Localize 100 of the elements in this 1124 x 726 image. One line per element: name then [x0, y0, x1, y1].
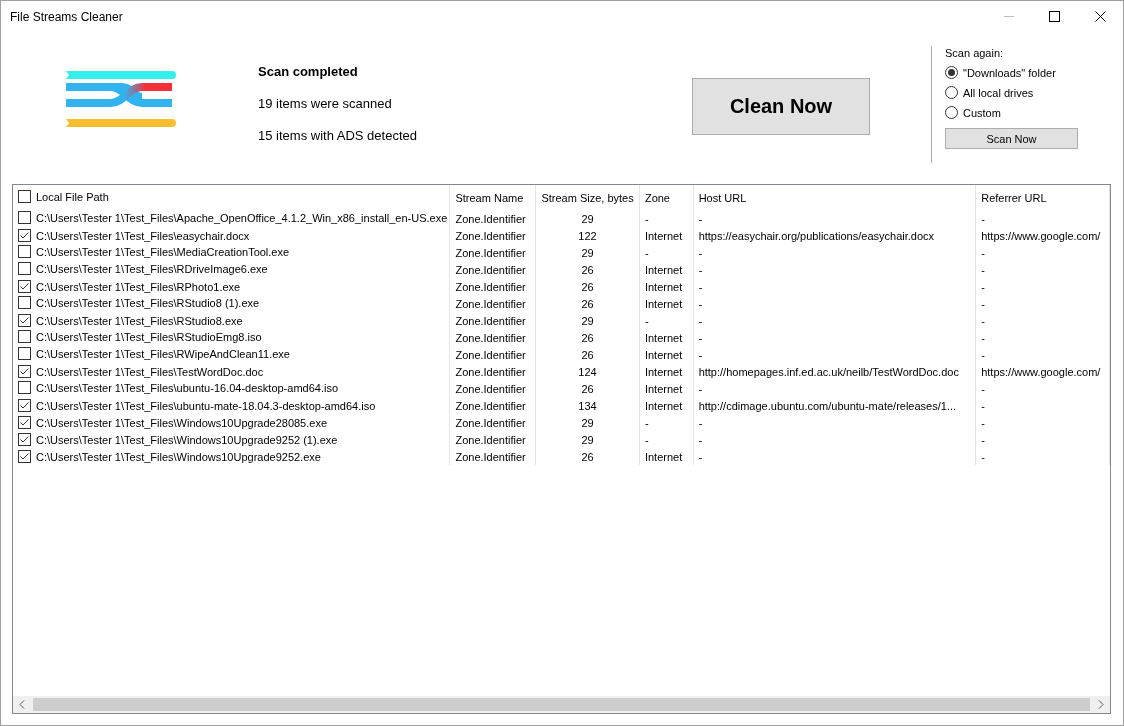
file-path-cell: C:\Users\Tester 1\Test_Files\RPhoto1.exe	[36, 280, 241, 293]
table-cell: -	[698, 246, 703, 259]
row-checkbox[interactable]	[18, 399, 31, 412]
table-cell: -	[644, 416, 649, 429]
file-path-cell: C:\Users\Tester 1\Test_Files\Windows10Upgrade9252.exe	[36, 450, 321, 463]
table-cell: 29	[581, 212, 594, 225]
table-cell: Zone.Identifier	[455, 450, 526, 463]
radio-label[interactable]: "Downloads" folder	[963, 66, 1056, 79]
table-cell: 29	[581, 314, 594, 327]
row-checkbox[interactable]	[18, 433, 31, 446]
file-path-cell: C:\Users\Tester 1\Test_Files\Windows10Upgrade9252 (1).exe	[36, 433, 338, 446]
row-checkbox[interactable]	[18, 229, 31, 242]
column-header[interactable]: Zone	[644, 191, 670, 204]
table-cell: 26	[581, 280, 594, 293]
column-header[interactable]: Local File Path	[36, 190, 109, 203]
table-cell: Internet	[644, 348, 683, 361]
row-checkbox[interactable]	[18, 381, 31, 394]
table-cell: 26	[581, 297, 594, 310]
table-cell: Zone.Identifier	[455, 246, 526, 259]
table-cell: -	[698, 212, 703, 225]
column-header[interactable]: Stream Size, bytes	[541, 191, 634, 204]
row-checkbox[interactable]	[18, 416, 31, 429]
table-cell: -	[698, 314, 703, 327]
row-checkbox[interactable]	[18, 262, 31, 275]
table-cell: Internet	[644, 331, 683, 344]
table-cell: Zone.Identifier	[455, 297, 526, 310]
file-path-cell: C:\Users\Tester 1\Test_Files\TestWordDoc.doc	[36, 365, 264, 378]
table-cell: -	[698, 331, 703, 344]
scan-status-heading: Scan completed	[258, 64, 359, 79]
table-cell: Internet	[644, 229, 683, 242]
close-icon[interactable]	[1095, 11, 1106, 22]
file-path-cell: C:\Users\Tester 1\Test_Files\MediaCreationTool.exe	[36, 245, 290, 258]
table-cell: https://www.google.com/	[981, 229, 1101, 242]
row-checkbox[interactable]	[18, 245, 31, 258]
detected-count-text: 15 items with ADS detected	[258, 128, 418, 143]
table-cell: 26	[581, 331, 594, 344]
file-path-cell: C:\Users\Tester 1\Test_Files\RStudioEmg8.iso	[36, 330, 262, 343]
file-path-cell: C:\Users\Tester 1\Test_Files\Windows10Upgrade28085.exe	[36, 416, 328, 429]
table-cell: 26	[581, 382, 594, 395]
row-checkbox[interactable]	[18, 365, 31, 378]
table-cell: https://easychair.org/publications/easychair.docx	[698, 229, 935, 242]
table-cell: -	[644, 246, 649, 259]
table-cell: Internet	[644, 280, 683, 293]
table-cell: -	[981, 263, 985, 276]
column-header[interactable]: Stream Name	[455, 191, 524, 204]
file-path-cell: C:\Users\Tester 1\Test_Files\easychair.docx	[36, 229, 250, 242]
table-cell: 124	[578, 365, 597, 378]
row-checkbox[interactable]	[18, 347, 31, 360]
file-path-cell: C:\Users\Tester 1\Test_Files\ubuntu-mate-18.04.3-desktop-amd64.iso	[36, 399, 376, 412]
window-title: File Streams Cleaner	[10, 9, 123, 24]
table-cell: http://homepages.inf.ed.ac.uk/neilb/TestWordDoc.doc	[698, 365, 959, 378]
table-cell: -	[644, 433, 649, 446]
table-cell: Internet	[644, 382, 683, 395]
table-cell: -	[981, 246, 985, 259]
table-cell: Internet	[644, 365, 683, 378]
table-cell: -	[698, 416, 703, 429]
file-path-cell: C:\Users\Tester 1\Test_Files\RWipeAndClean11.exe	[36, 347, 290, 360]
scanned-count-text: 19 items were scanned	[258, 96, 393, 111]
table-cell: -	[698, 382, 703, 395]
table-cell: -	[698, 263, 703, 276]
column-header[interactable]: Host URL	[698, 191, 747, 204]
row-checkbox[interactable]	[18, 296, 31, 309]
table-cell: -	[698, 280, 703, 293]
table-cell: Zone.Identifier	[455, 416, 526, 429]
table-cell: https://www.google.com/	[981, 365, 1101, 378]
maximize-icon[interactable]	[1049, 11, 1060, 22]
file-path-cell: C:\Users\Tester 1\Test_Files\ubuntu-16.04-desktop-amd64.iso	[36, 381, 339, 394]
table-cell: 26	[581, 348, 594, 361]
table-cell: 26	[581, 450, 594, 463]
table-cell: Zone.Identifier	[455, 331, 526, 344]
scan-now-button[interactable]: Scan Now	[945, 128, 1078, 149]
table-cell: -	[981, 314, 985, 327]
table-cell: Zone.Identifier	[455, 263, 526, 276]
table-cell: Zone.Identifier	[455, 280, 526, 293]
radio-label[interactable]: Custom	[963, 106, 1001, 119]
row-checkbox[interactable]	[18, 450, 31, 463]
row-checkbox[interactable]	[18, 330, 31, 343]
radio-label[interactable]: All local drives	[963, 86, 1034, 99]
table-cell: 134	[578, 399, 597, 412]
clean-now-button[interactable]: Clean Now	[692, 78, 870, 135]
table-cell: Internet	[644, 297, 683, 310]
table-cell: 26	[581, 263, 594, 276]
row-checkbox[interactable]	[18, 280, 31, 293]
table-cell: 122	[578, 229, 597, 242]
column-header[interactable]: Referrer URL	[981, 191, 1047, 204]
row-checkbox[interactable]	[18, 314, 31, 327]
file-path-cell: C:\Users\Tester 1\Test_Files\Apache_OpenOffice_4.1.2_Win_x86_install_en-US.exe	[36, 211, 448, 224]
table-cell: -	[981, 331, 985, 344]
table-cell: Internet	[644, 399, 683, 412]
table-cell: -	[698, 433, 703, 446]
table-cell: Zone.Identifier	[455, 399, 526, 412]
table-cell: Zone.Identifier	[455, 433, 526, 446]
table-cell: Zone.Identifier	[455, 348, 526, 361]
scan-again-label: Scan again:	[945, 47, 1005, 59]
select-all-checkbox[interactable]	[18, 190, 31, 203]
table-cell: Zone.Identifier	[455, 212, 526, 225]
table-cell: -	[981, 297, 985, 310]
table-cell: -	[981, 433, 985, 446]
row-checkbox[interactable]	[18, 211, 31, 224]
file-path-cell: C:\Users\Tester 1\Test_Files\RStudio8.exe	[36, 314, 243, 327]
